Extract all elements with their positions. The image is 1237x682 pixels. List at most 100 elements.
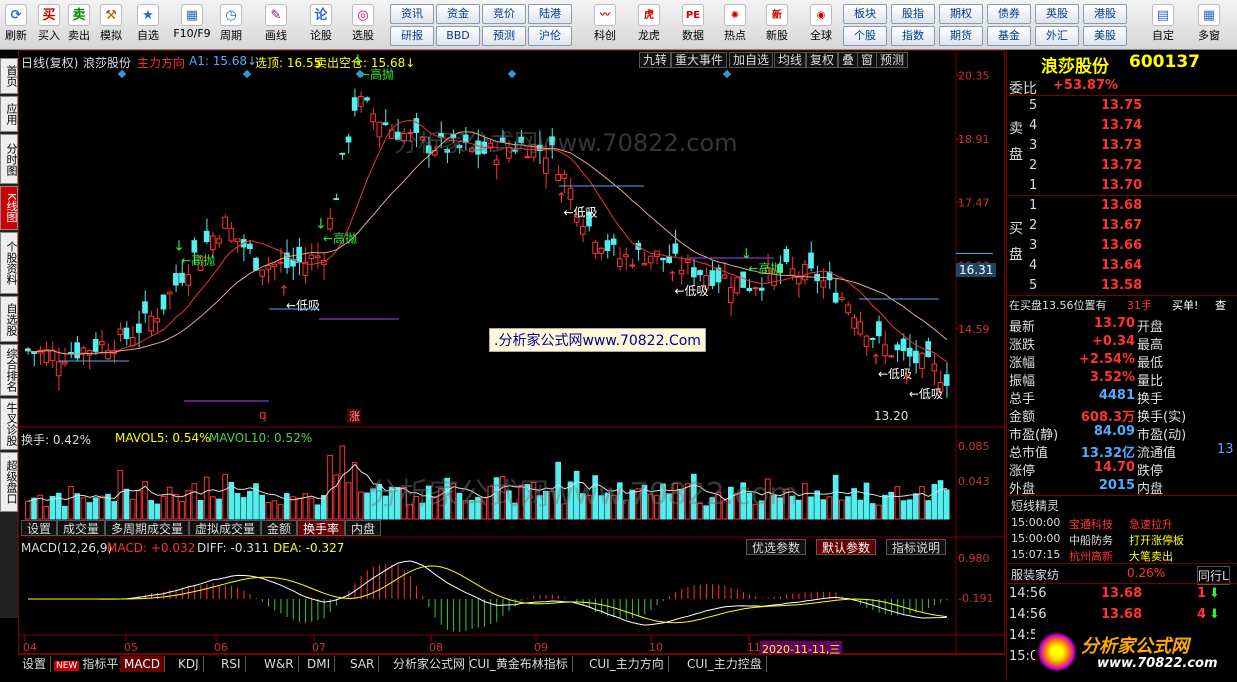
volume-tab-5[interactable]: 换手率 [297,520,346,536]
chart-tool-0[interactable]: 九转 [639,52,672,68]
grid-button[interactable]: ▦ F10/F9 [172,2,212,48]
pen-button[interactable]: ✎ 画线 [260,2,292,48]
market-link-0-4[interactable]: 英股 [1035,4,1079,24]
toolbar-link-0-2[interactable]: 竞价 [482,4,526,24]
chart-tool-1[interactable]: 重大事件 [671,52,728,68]
macd-btn-0[interactable]: 优选参数 [746,539,807,555]
left-tab-0[interactable]: 首页 [0,58,18,94]
left-tab-4[interactable]: 个股资料 [0,232,18,294]
volume-tab-2[interactable]: 多周期成交量 [105,520,190,536]
tick-volume: 4 [1197,607,1207,622]
order-note-query-button[interactable]: 查 [1215,297,1226,313]
indicator-tab-3[interactable]: KDJ [174,656,204,672]
globe-button[interactable]: ◉ 全球 [803,2,839,48]
macd-btn-1[interactable]: 默认参数 [816,539,877,555]
buy-button[interactable]: 买买入 [33,2,65,48]
chart-button[interactable]: 〰科创 [587,2,623,48]
left-tab-6[interactable]: 综合排名 [0,344,18,396]
toolbar-link-0-0[interactable]: 资讯 [390,4,434,24]
volume-tabs: 设置 成交量 多周期成交量 虚拟成交量 金额 换手率 内盘 [21,520,421,536]
market-link-1-1[interactable]: 指数 [891,26,935,46]
sector-name[interactable]: 服装家纺 [1011,566,1059,583]
volume-tab-3[interactable]: 虚拟成交量 [189,520,262,536]
left-tab-8[interactable]: 超级盘口 [0,452,18,512]
custom-button[interactable]: ▤ 自定 [1143,2,1183,48]
indicator-tab-6[interactable]: DMI [303,656,336,672]
sell-side-label: 卖盘 [1009,121,1023,163]
candle-body [869,337,876,340]
left-tab-5[interactable]: 自选股 [0,296,18,342]
chart-tool-7[interactable]: 预测 [876,52,909,68]
toolbar-link-1-0[interactable]: 研报 [390,26,434,46]
market-link-1-5[interactable]: 美股 [1083,26,1127,46]
target-button[interactable]: ◎ 选股 [347,2,379,48]
market-link-0-3[interactable]: 债券 [987,4,1031,24]
price-axis-label: 17.47 [958,196,990,209]
chart-tool-2[interactable]: 加自选 [729,52,774,68]
fire-button[interactable]: ✺ 热点 [717,2,753,48]
indicator-tab-5[interactable]: W&R [260,656,299,672]
indicator-tab-10[interactable]: CUI_主力方向 [585,656,669,672]
volume-axis-label: 0.043 [958,475,990,488]
multiwindow-button[interactable]: ▦ 多窗 [1189,2,1229,48]
indicator-tab-9[interactable]: CUI_黄金布林指标 [465,656,573,672]
market-link-1-3[interactable]: 基金 [987,26,1031,46]
indicator-tab-8[interactable]: 分析家公式网 [389,656,471,672]
indicator-tab-7[interactable]: SAR [346,656,380,672]
volume-bar [210,496,216,520]
macd-btn-2[interactable]: 指标说明 [886,539,947,555]
candle-body [339,152,346,155]
diff-line [28,560,947,626]
indicator-tab-11[interactable]: CUI_主力控盘 [683,656,767,672]
pe-button[interactable]: PE 数据 [675,2,711,48]
clock-button[interactable]: ◷ 周期 [215,2,247,48]
chart-tool-5[interactable]: 叠 [838,52,859,68]
sector-pct: 0.26% [1127,566,1166,580]
volume-tab-0[interactable]: 设置 [21,520,58,536]
chart-tool-3[interactable]: 均线 [774,52,807,68]
candle-body [62,361,68,365]
left-tab-2[interactable]: 分时图 [0,134,18,184]
market-link-0-1[interactable]: 股指 [891,4,935,24]
market-link-1-2[interactable]: 期货 [939,26,983,46]
market-link-1-0[interactable]: 个股 [843,26,887,46]
toolbar-link-1-2[interactable]: 预测 [482,26,526,46]
market-link-0-0[interactable]: 板块 [843,4,887,24]
toolbar-link-0-1[interactable]: 资金 [436,4,480,24]
newstock-button[interactable]: 新新股 [759,2,795,48]
market-link-0-2[interactable]: 期权 [939,4,983,24]
indicator-tab-0[interactable]: 设置 [18,656,52,672]
toolbar-label: 科创 [594,29,616,42]
macd-axis-label: -0.191 [958,592,993,605]
volume-tab-6[interactable]: 内盘 [345,520,382,536]
left-tab-7[interactable]: 牛叉诊股 [0,398,18,450]
star-button[interactable]: ★ 自选 [132,2,164,48]
indicator-tab-2[interactable]: MACD [120,656,165,672]
toolbar-label: 刷新 [5,29,27,42]
spirit-stock[interactable]: 杭州高新 [1069,548,1113,564]
candle-body [691,267,697,278]
volume-tab-4[interactable]: 金额 [261,520,298,536]
left-tab-1[interactable]: 应用 [0,96,18,132]
toolbar-link-0-3[interactable]: 陆港 [528,4,572,24]
spirit-stock[interactable]: 宝通科技 [1069,516,1113,532]
refresh-button[interactable]: ⟳ 刷新 [0,2,32,48]
market-link-1-4[interactable]: 外汇 [1035,26,1079,46]
kline-chart-panel[interactable]: 20.3518.9117.4716.0314.59↓←高抛↑←低吸↓←高抛↓←高… [18,50,1006,657]
sell-button[interactable]: 卖卖出 [63,2,95,48]
discuss-button[interactable]: 论论股 [305,2,337,48]
toolbar-label: 自定 [1152,29,1174,42]
volume-tab-1[interactable]: 成交量 [57,520,106,536]
spirit-stock[interactable]: 中船防务 [1069,532,1113,548]
indicator-tab-4[interactable]: RSI [217,656,246,672]
tiger-button[interactable]: 虎龙虎 [631,2,667,48]
candle-body [74,342,80,359]
chart-tool-6[interactable]: 窗 [857,52,878,68]
candle-body [173,273,179,286]
toolbar-link-1-1[interactable]: BBD [436,26,480,46]
toolbar-link-1-3[interactable]: 沪伦 [528,26,572,46]
hammer-button[interactable]: ⚒ 模拟 [95,2,127,48]
chart-tool-4[interactable]: 复权 [806,52,839,68]
left-tab-3[interactable]: K线图 [0,186,18,230]
market-link-0-5[interactable]: 港股 [1083,4,1127,24]
